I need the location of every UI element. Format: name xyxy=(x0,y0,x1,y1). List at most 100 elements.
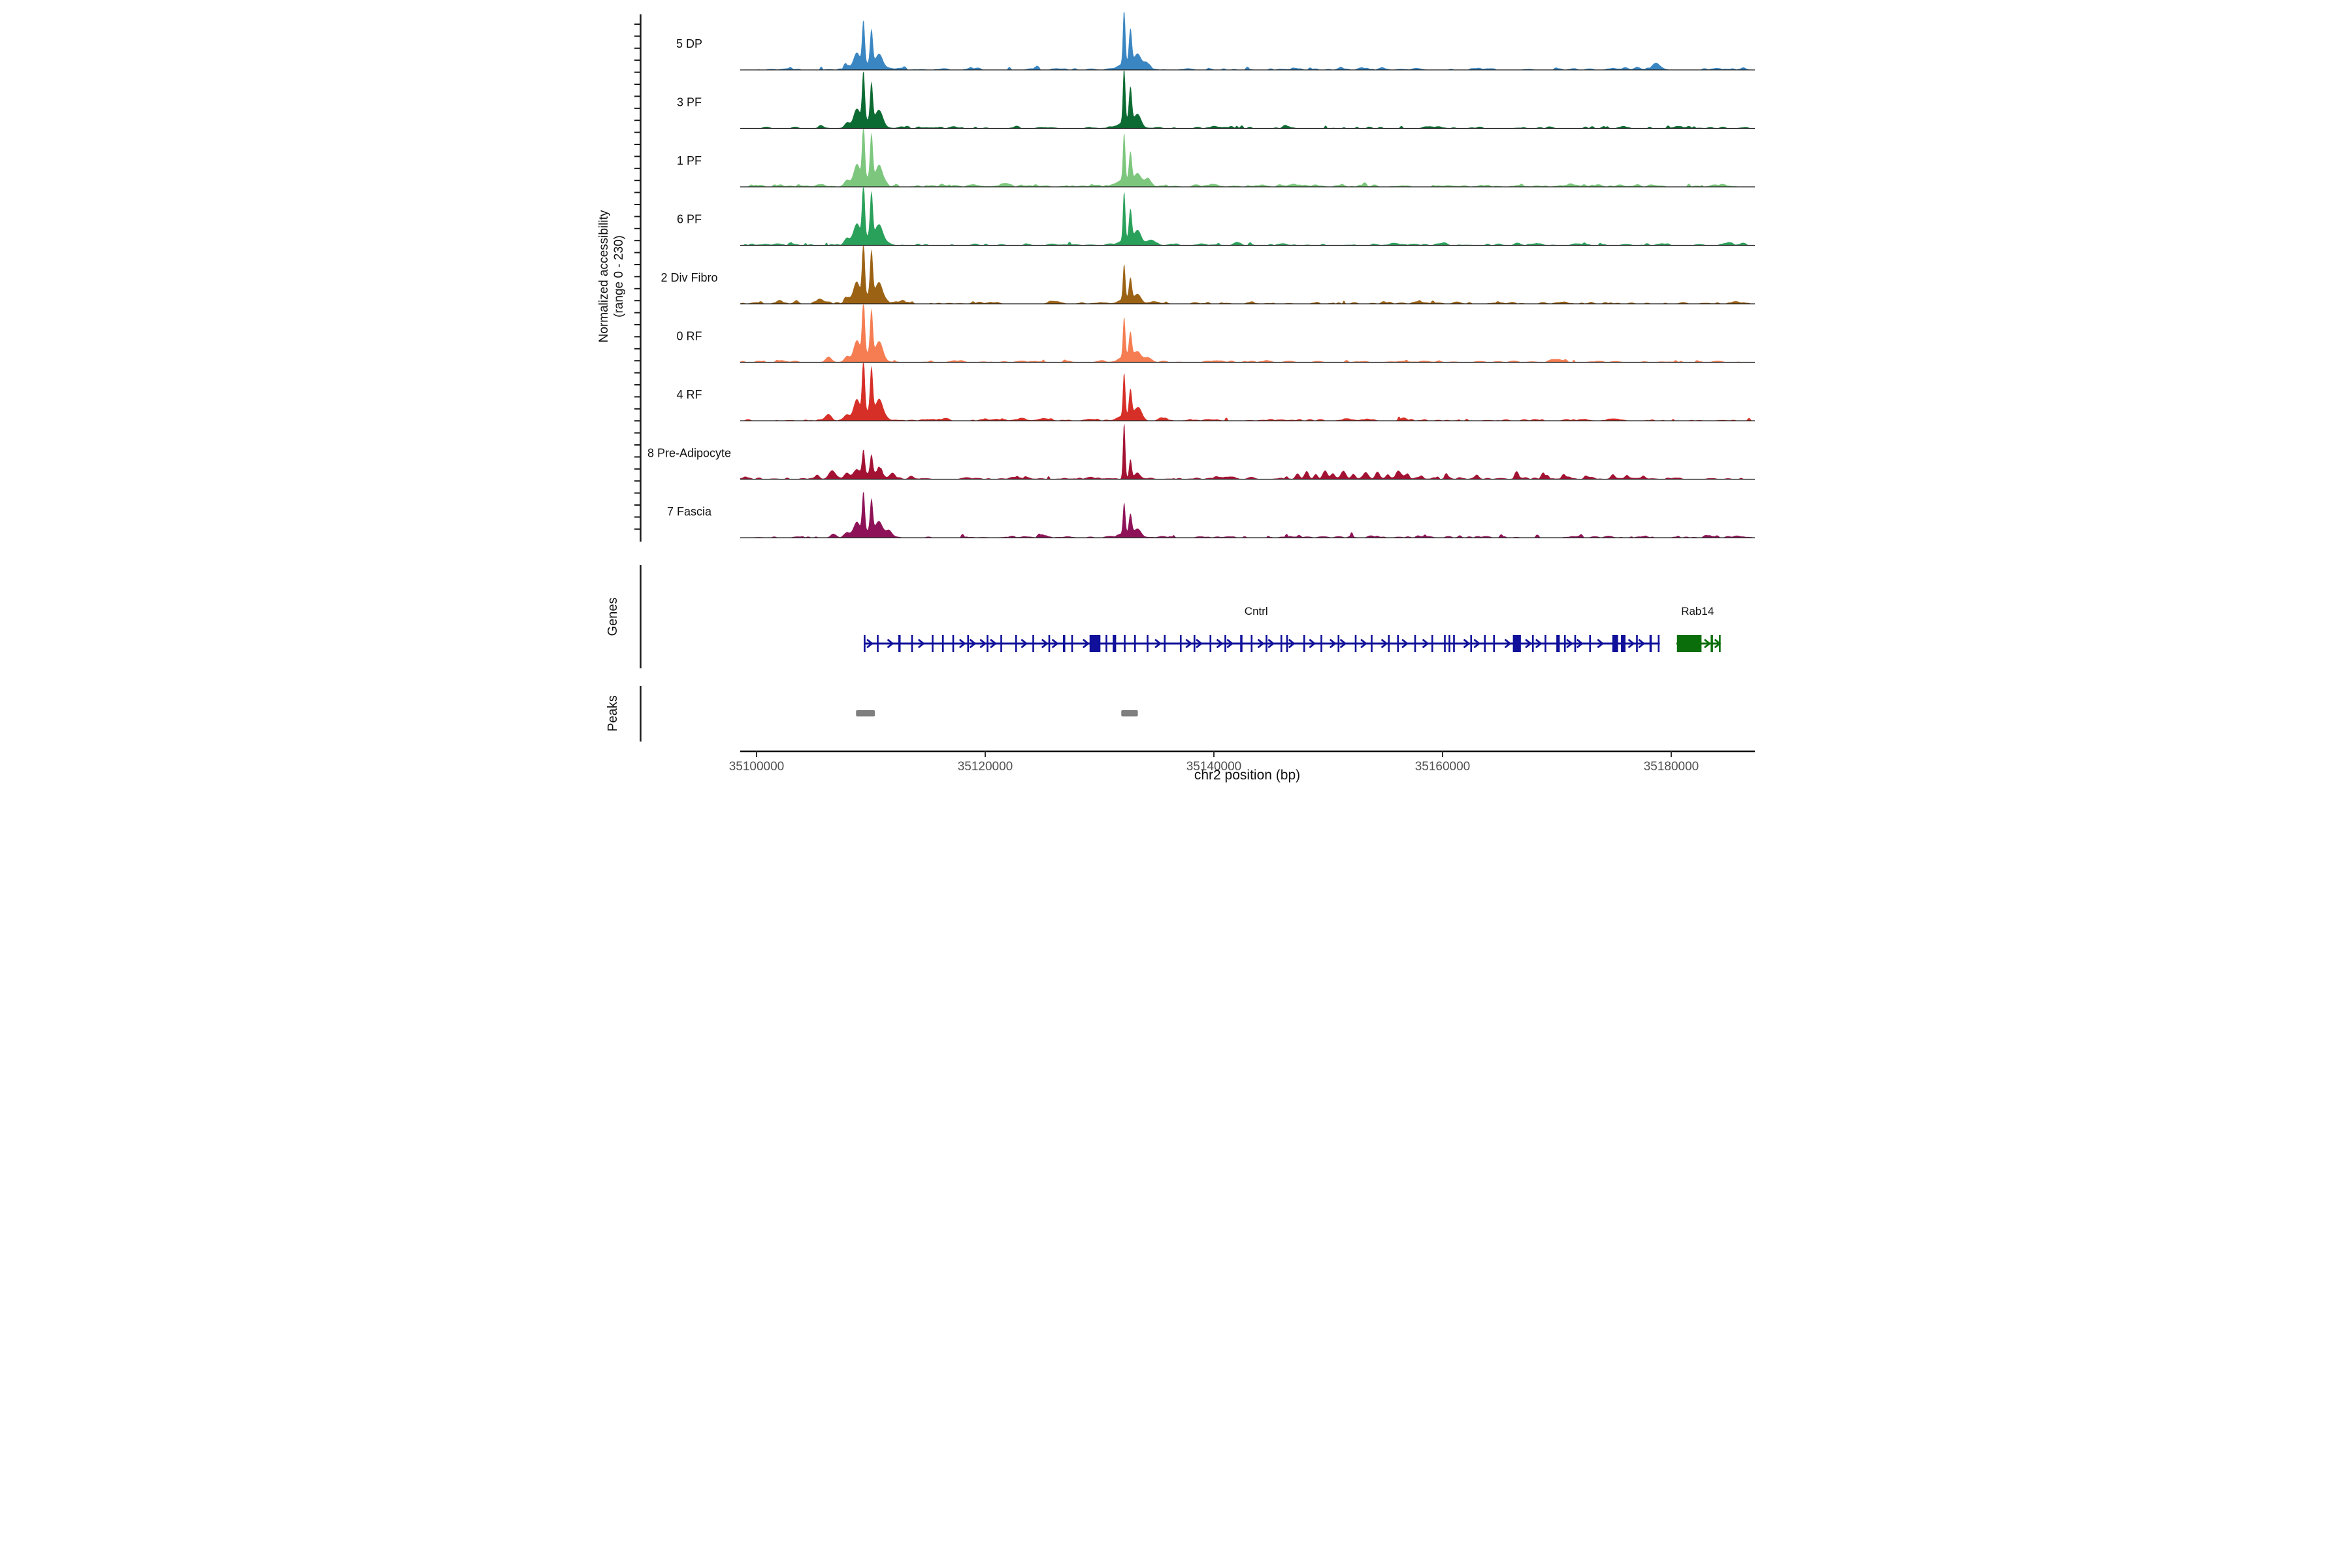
gene-exon xyxy=(967,635,970,652)
gene-exon xyxy=(1303,635,1305,652)
gene-exon xyxy=(1000,635,1002,652)
gene-name-label: Cntrl xyxy=(1245,605,1268,617)
gene-exon xyxy=(1612,635,1618,652)
coverage-track: 1 PF xyxy=(677,129,1755,188)
gene-exon xyxy=(877,635,879,652)
gene-exon xyxy=(1209,635,1212,652)
gene-exon xyxy=(1448,635,1450,652)
gene-exon xyxy=(1544,635,1546,652)
gene-exon xyxy=(1512,635,1521,652)
gene-exon xyxy=(1574,635,1576,652)
track-label: 4 RF xyxy=(676,388,702,401)
gene-exon xyxy=(932,635,934,652)
genome-coverage-figure: Normalized accessibility (range 0 - 230)… xyxy=(588,0,1764,784)
gene-exon xyxy=(1032,635,1034,652)
gene-exon xyxy=(1658,635,1660,652)
gene-exon xyxy=(1563,635,1566,652)
track-label: 3 PF xyxy=(677,96,702,109)
gene-exon xyxy=(1484,635,1486,652)
x-axis-title: chr2 position (bp) xyxy=(1194,768,1300,783)
y-axis-title-line1: Normalized accessibility xyxy=(597,210,611,342)
gene-exon xyxy=(1397,635,1399,652)
coverage-track: 5 DP xyxy=(676,12,1755,71)
gene-exon xyxy=(1453,635,1455,652)
gene-exon xyxy=(1048,635,1051,652)
gene-exon xyxy=(1179,635,1182,652)
track-label: 6 PF xyxy=(677,213,702,226)
gene-exon xyxy=(987,635,988,652)
gene-exon xyxy=(1337,635,1340,652)
peak-region xyxy=(856,710,875,717)
coverage-track: 3 PF xyxy=(677,71,1755,129)
genes-section-label: Genes xyxy=(606,598,620,636)
y-axis-title-line2: (range 0 - 230) xyxy=(612,235,626,318)
peak-region xyxy=(1121,710,1138,717)
coverage-signal-path xyxy=(740,304,1755,363)
gene-exon xyxy=(1124,635,1126,652)
gene-exon xyxy=(941,635,944,652)
coverage-signal-path xyxy=(740,246,1755,304)
coverage-track: 0 RF xyxy=(676,304,1755,363)
gene-exon xyxy=(1371,635,1373,652)
gene-exon xyxy=(1193,635,1196,652)
gene-exon xyxy=(1250,635,1253,652)
gene-exon xyxy=(1444,635,1446,652)
x-axis-tick-label: 35180000 xyxy=(1644,760,1699,774)
peaks-section-label: Peaks xyxy=(606,695,620,732)
gene-exon xyxy=(1286,635,1288,652)
gene-exon xyxy=(1636,635,1638,652)
gene-exon xyxy=(1556,635,1560,652)
gene-exon xyxy=(1414,635,1416,652)
coverage-signal-path xyxy=(740,12,1755,71)
gene-exon xyxy=(1493,635,1495,652)
coverage-track: 7 Fascia xyxy=(667,491,1755,538)
gene-exon xyxy=(1134,635,1136,652)
gene-exon xyxy=(1354,635,1357,652)
coverage-signal-path xyxy=(740,491,1755,538)
y-axis-ruler xyxy=(634,14,642,542)
gene-exon xyxy=(1015,635,1017,652)
coverage-signal-path xyxy=(740,424,1755,480)
gene-models-group: Cntrl Rab14 xyxy=(864,605,1722,652)
coverage-tracks-group: 5 DP 3 PF 1 PF 6 PF 2 Div Fibro 0 RF 4 RF 8 Pre… xyxy=(647,12,1755,538)
gene-exon xyxy=(1113,635,1117,652)
gene-exon xyxy=(1676,635,1702,652)
gene-exon xyxy=(864,635,866,652)
peak-regions-group xyxy=(856,710,1138,717)
coverage-signal-path xyxy=(740,363,1755,421)
gene-model-rab14: Rab14 xyxy=(1676,605,1722,652)
gene-exon xyxy=(1147,635,1149,652)
gene-exon xyxy=(1470,635,1473,652)
coverage-plot-svg: Normalized accessibility (range 0 - 230)… xyxy=(597,12,1755,783)
track-label: 0 RF xyxy=(676,330,702,343)
gene-exon xyxy=(1431,635,1433,652)
gene-model-cntrl: Cntrl xyxy=(864,605,1660,652)
track-label: 1 PF xyxy=(677,154,702,167)
gene-exon xyxy=(911,635,913,652)
gene-exon xyxy=(1164,635,1166,652)
gene-exon xyxy=(1071,635,1073,652)
track-label: 5 DP xyxy=(676,37,702,50)
coverage-signal-path xyxy=(740,188,1755,246)
gene-exon xyxy=(1089,635,1101,652)
gene-exon xyxy=(1280,635,1282,652)
coverage-track: 4 RF xyxy=(676,363,1755,421)
gene-exon xyxy=(1266,635,1267,652)
coverage-track: 6 PF xyxy=(677,188,1755,246)
gene-exon xyxy=(952,635,955,652)
gene-exon xyxy=(1710,635,1713,652)
track-label: 7 Fascia xyxy=(667,505,712,518)
gene-exon xyxy=(1063,635,1066,652)
coverage-track: 8 Pre-Adipocyte xyxy=(647,424,1755,480)
gene-exon xyxy=(1621,635,1625,652)
track-label: 8 Pre-Adipocyte xyxy=(647,447,731,460)
x-axis-tick-label: 35160000 xyxy=(1415,760,1471,774)
gene-exon xyxy=(1105,635,1107,652)
gene-exon xyxy=(1649,635,1652,652)
coverage-signal-path xyxy=(740,129,1755,188)
gene-exon xyxy=(1531,635,1534,652)
gene-exon xyxy=(1320,635,1322,652)
gene-exon xyxy=(1388,635,1390,652)
coverage-track: 2 Div Fibro xyxy=(661,246,1755,304)
x-axis-tick-label: 35100000 xyxy=(729,760,785,774)
